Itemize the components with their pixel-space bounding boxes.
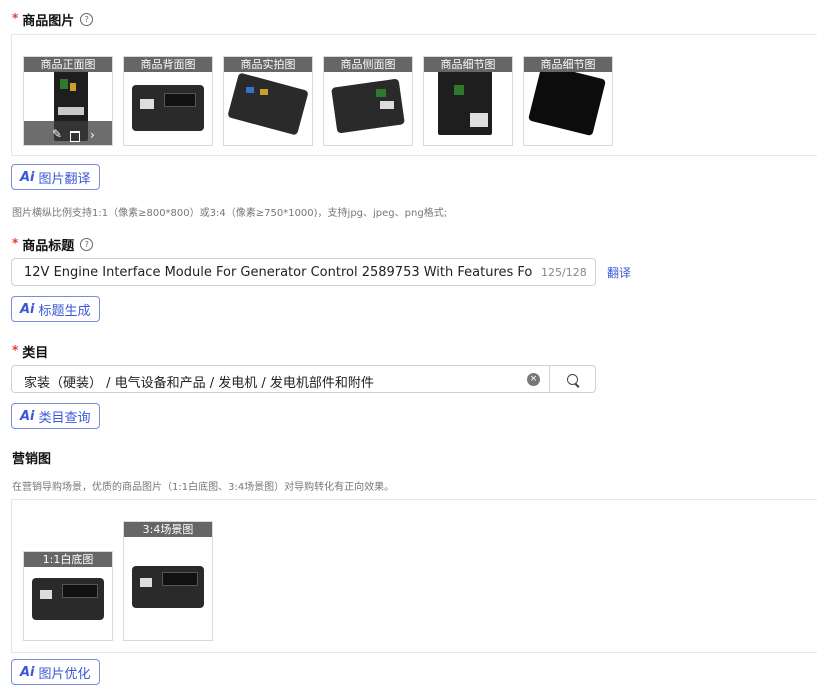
product-image-front[interactable]: ✎ › 商品正面图	[23, 56, 113, 146]
ai-icon: Ai	[20, 169, 35, 185]
ai-icon: Ai	[20, 301, 35, 317]
trash-icon[interactable]	[70, 131, 80, 142]
required-mark: *	[12, 10, 19, 25]
title-generate-button[interactable]: Ai 标题生成	[11, 296, 100, 322]
question-circle-icon[interactable]: ?	[80, 13, 94, 26]
question-circle-icon[interactable]: ?	[80, 238, 94, 251]
required-mark: *	[12, 235, 19, 250]
category-search-button[interactable]	[549, 365, 596, 393]
translate-link[interactable]: 翻译	[607, 264, 631, 281]
category-query-button[interactable]: Ai 类目查询	[11, 403, 100, 429]
images-hint: 图片横纵比例支持1:1（像素≥800*800）或3:4（像素≥750*1000)…	[12, 208, 448, 219]
category-query-label: 类目查询	[38, 410, 91, 426]
image-optimize-label: 图片优化	[38, 666, 91, 682]
images-label: 商品图片	[22, 14, 75, 29]
marketing-image-scene[interactable]: 3:4场景图	[123, 521, 213, 641]
product-image-photo[interactable]: 商品实拍图	[223, 56, 313, 146]
search-icon	[567, 373, 580, 388]
thumb-caption: 3:4场景图	[124, 522, 212, 537]
title-generate-label: 标题生成	[38, 303, 91, 319]
product-image-detail-2[interactable]: 商品细节图	[523, 56, 613, 146]
marketing-image-white-bg[interactable]: 1:1白底图	[23, 551, 113, 641]
clear-circle-icon[interactable]: ×	[527, 373, 540, 386]
product-image-back[interactable]: 商品背面图	[123, 56, 213, 146]
product-image-side[interactable]: 商品侧面图	[323, 56, 413, 146]
images-label-row: * 商品图片 ?	[12, 10, 94, 29]
required-mark: *	[12, 342, 19, 357]
category-label-row: * 类目	[12, 342, 49, 362]
title-char-count: 125/128	[541, 266, 587, 279]
category-label: 类目	[22, 346, 49, 361]
title-input[interactable]: 12V Engine Interface Module For Generato…	[11, 258, 596, 286]
marketing-label: 营销图	[12, 452, 52, 467]
title-value: 12V Engine Interface Module For Generato…	[24, 265, 532, 280]
image-optimize-button[interactable]: Ai 图片优化	[11, 659, 100, 685]
image-translate-button[interactable]: Ai 图片翻译	[11, 164, 100, 190]
chevron-right-icon[interactable]: ›	[90, 128, 95, 142]
image-translate-label: 图片翻译	[38, 171, 91, 187]
thumb-caption: 商品侧面图	[324, 57, 412, 72]
thumb-caption: 商品细节图	[524, 57, 612, 72]
category-select[interactable]: 家装（硬装） / 电气设备和产品 / 发电机 / 发电机部件和附件 ×	[11, 365, 550, 393]
thumb-caption: 1:1白底图	[24, 552, 112, 567]
ai-icon: Ai	[20, 408, 35, 424]
thumb-caption: 商品实拍图	[224, 57, 312, 72]
marketing-hint: 在营销导购场景，优质的商品图片（1:1白底图、3:4场景图）对导购转化有正向效果…	[12, 482, 395, 493]
images-panel: ✎ › 商品正面图 商品背面图 商品实拍图 商品侧面图 商品细节图 商品细节图	[11, 34, 817, 156]
marketing-panel: 1:1白底图 3:4场景图	[11, 499, 817, 653]
product-image-detail-1[interactable]: 商品细节图	[423, 56, 513, 146]
thumb-caption: 商品背面图	[124, 57, 212, 72]
thumb-caption: 商品正面图	[24, 57, 112, 72]
category-value: 家装（硬装） / 电气设备和产品 / 发电机 / 发电机部件和附件	[24, 376, 374, 391]
title-label: 商品标题	[22, 239, 75, 254]
pencil-icon[interactable]: ✎	[52, 127, 62, 141]
title-label-row: * 商品标题 ?	[12, 235, 94, 254]
ai-icon: Ai	[20, 664, 35, 680]
thumb-caption: 商品细节图	[424, 57, 512, 72]
